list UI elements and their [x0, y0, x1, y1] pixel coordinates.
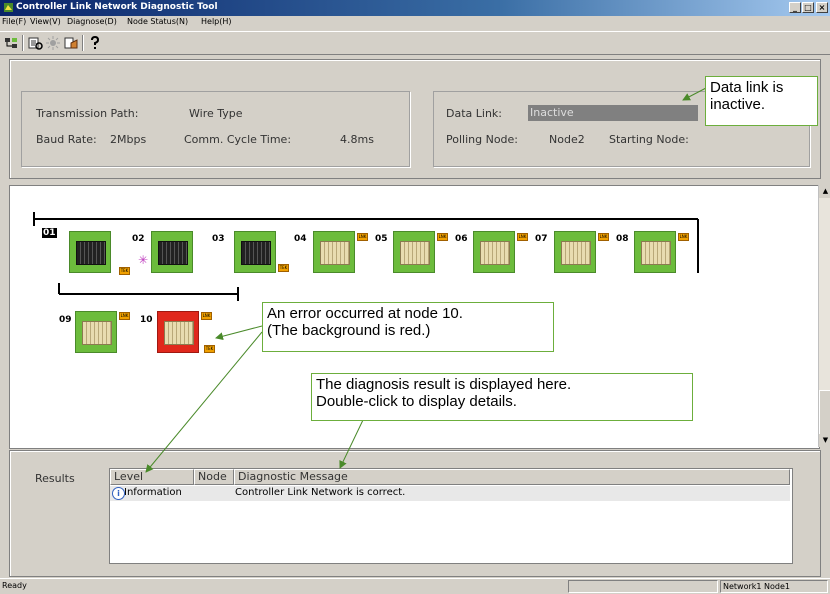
status-pane	[568, 580, 718, 593]
callout-line: The diagnosis result is displayed here.	[316, 376, 572, 393]
status-network-node: Network1 Node1	[720, 580, 828, 593]
callout-diagnosis: The diagnosis result is displayed here. …	[311, 373, 693, 421]
callout-line: Double-click to display details.	[316, 393, 517, 410]
status-text: Ready	[2, 581, 27, 590]
callout-line: An error occurred at node 10.	[267, 305, 463, 322]
callout-line: (The background is red.)	[267, 322, 431, 339]
callout-line: Data link is	[710, 79, 784, 96]
status-bar: Ready Network1 Node1	[0, 578, 830, 594]
callout-error-node: An error occurred at node 10. (The backg…	[262, 302, 554, 352]
callout-data-link: Data link is inactive.	[705, 76, 818, 126]
callout-line: inactive.	[710, 96, 766, 113]
